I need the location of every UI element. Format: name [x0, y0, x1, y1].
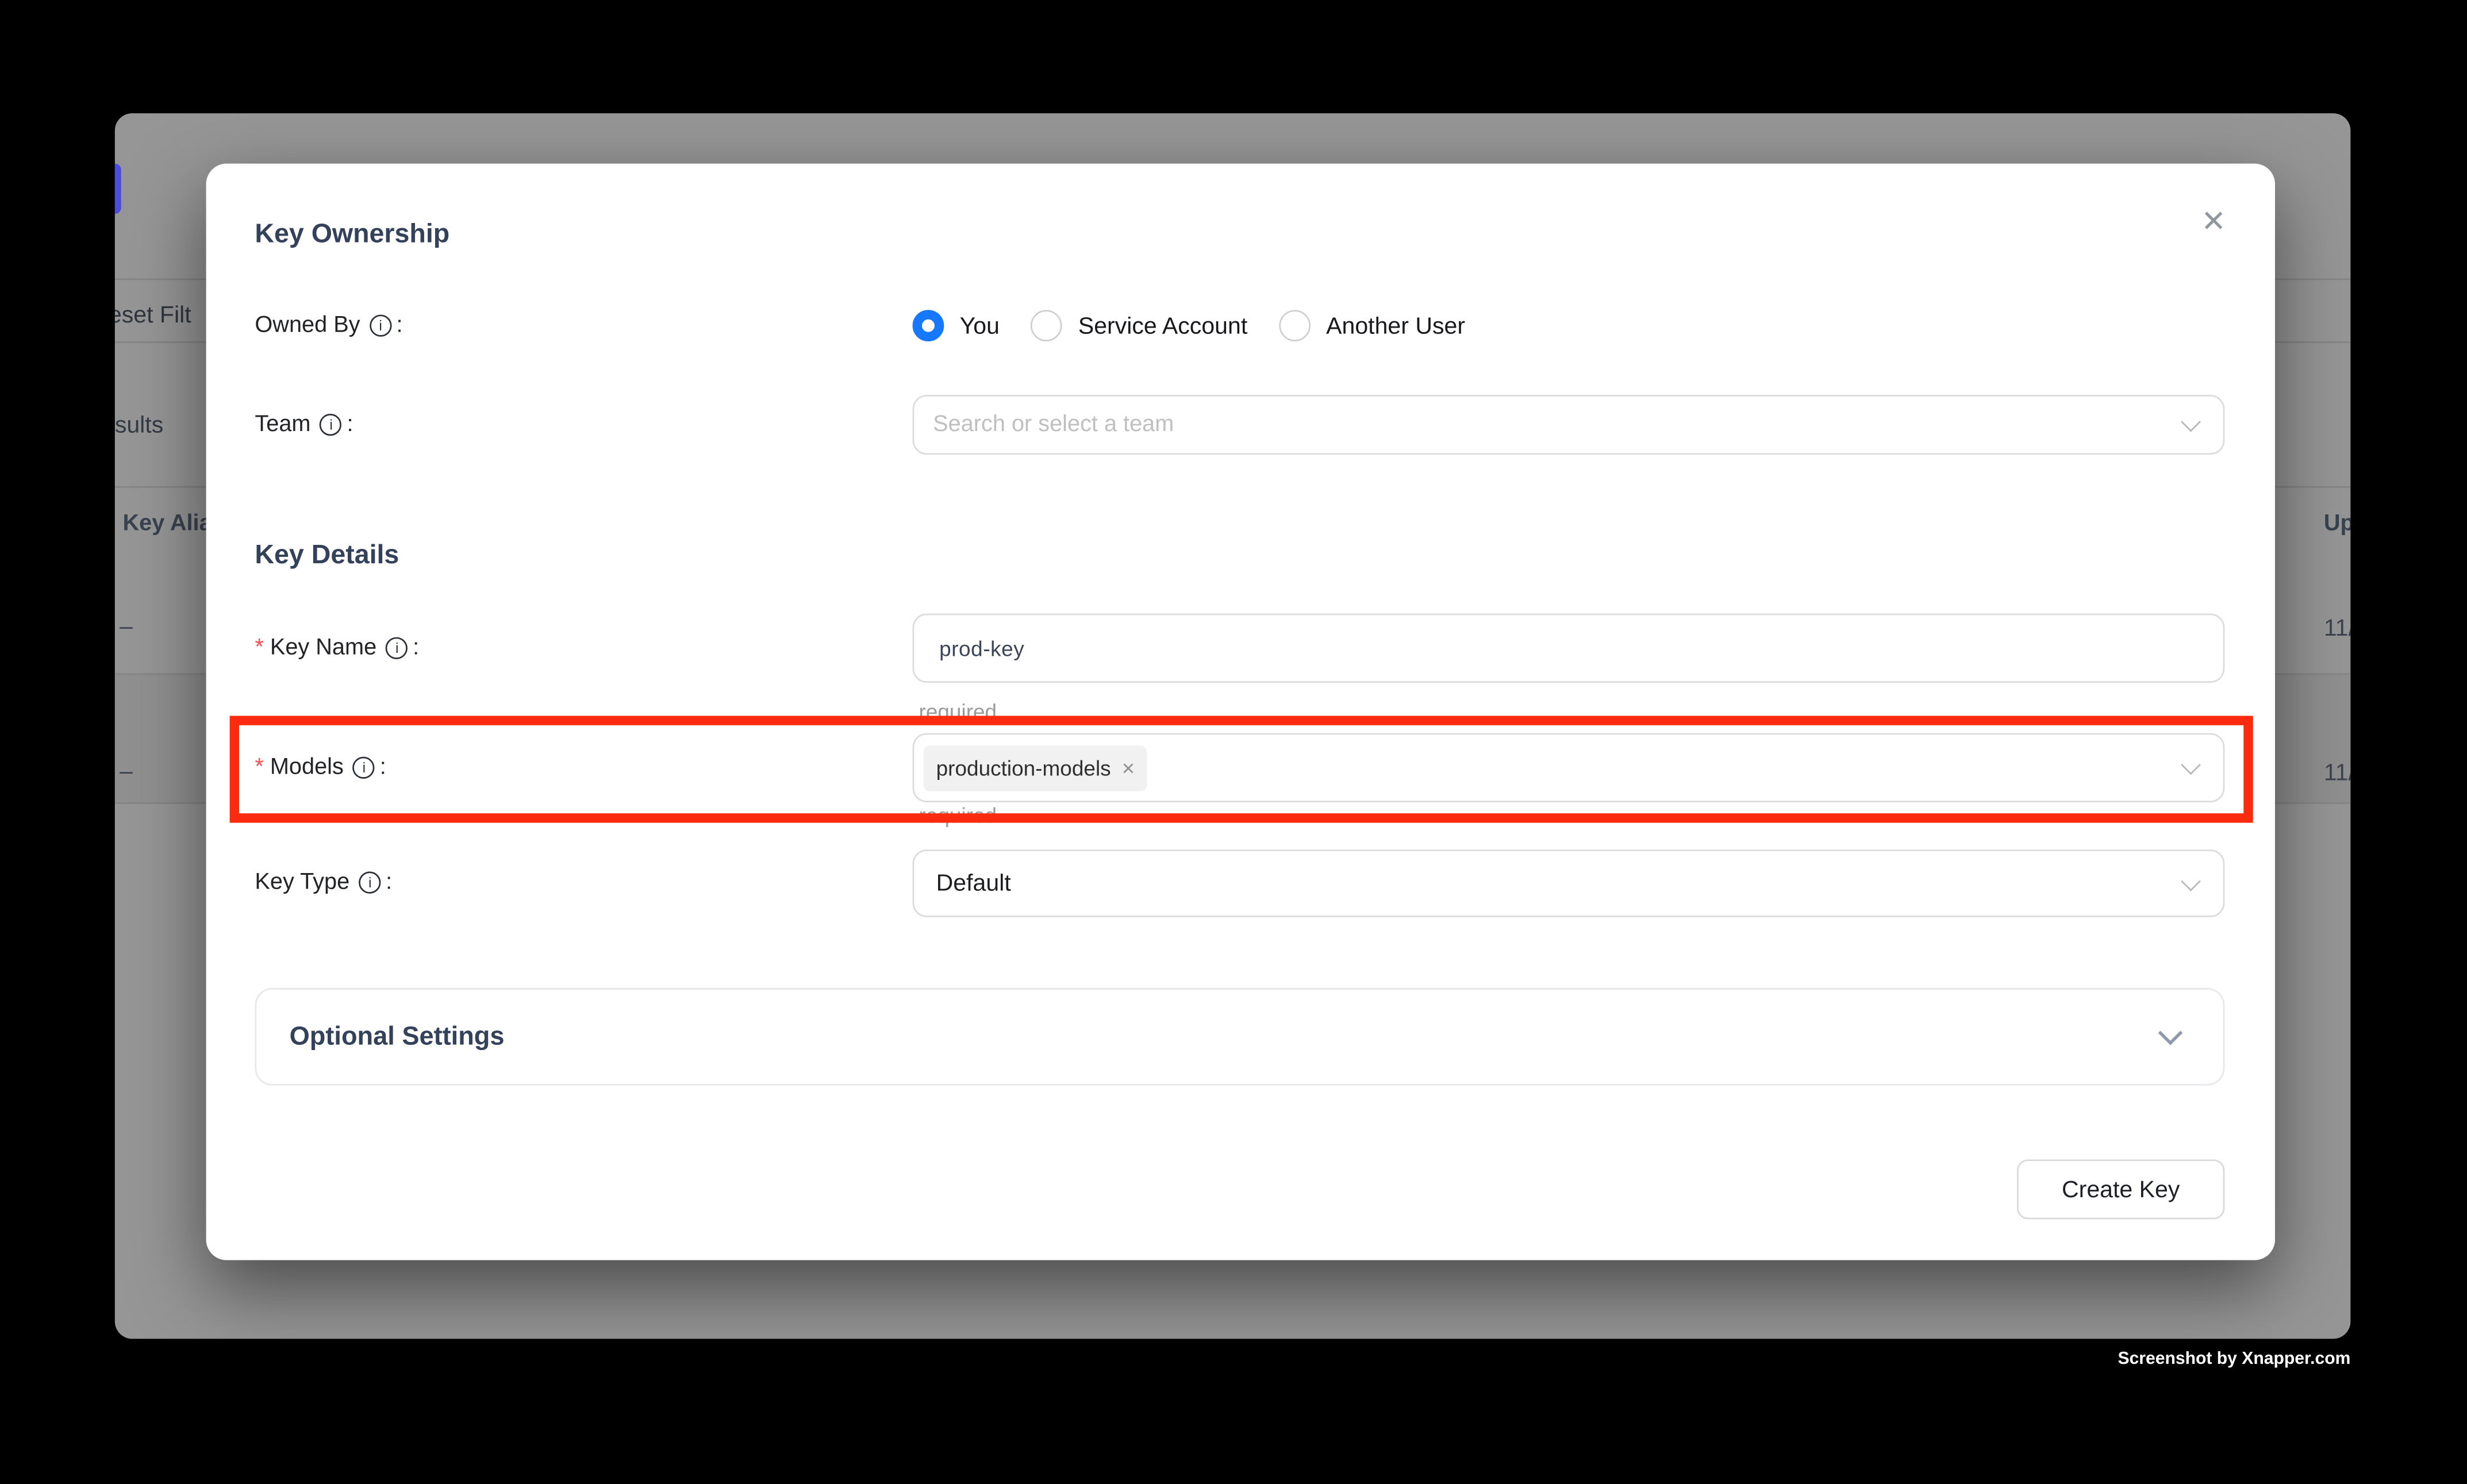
key-type-label: Key Type i :: [255, 867, 392, 898]
info-icon[interactable]: i: [386, 637, 408, 659]
radio-selected-icon[interactable]: [913, 310, 944, 341]
chevron-down-icon: [2181, 412, 2201, 432]
reset-filters-button-partial[interactable]: eset Filt: [115, 302, 191, 329]
watermark-text: Screenshot by Xnapper.com: [2118, 1350, 2350, 1369]
chevron-down-icon: [2181, 871, 2201, 891]
radio-unselected-icon[interactable]: [1279, 310, 1311, 341]
table-row-cell: –: [120, 614, 133, 641]
optional-settings-toggle[interactable]: Optional Settings: [255, 988, 2224, 1086]
column-header-key-alias: Key Alia: [123, 512, 212, 537]
primary-button-fragment[interactable]: [115, 164, 121, 214]
key-type-selected-value: Default: [914, 870, 1010, 897]
key-name-label: * Key Name i :: [255, 632, 419, 664]
key-type-select[interactable]: Default: [913, 849, 2225, 917]
table-row-cell: 11/: [2324, 615, 2351, 642]
team-select[interactable]: Search or select a team: [913, 395, 2225, 455]
owned-by-radio-group: You Service Account Another User: [913, 308, 1465, 343]
results-count-partial: sults: [115, 412, 163, 439]
info-icon[interactable]: i: [359, 871, 381, 893]
radio-unselected-icon[interactable]: [1031, 310, 1063, 341]
create-key-button[interactable]: Create Key: [2017, 1159, 2224, 1219]
modal-title: Key Ownership: [255, 218, 449, 250]
required-asterisk: *: [255, 636, 263, 661]
radio-service-account[interactable]: Service Account: [1031, 310, 1248, 341]
table-row-cell: 11/: [2324, 760, 2351, 787]
optional-settings-title: Optional Settings: [290, 1022, 505, 1052]
chevron-down-icon: [2158, 1021, 2183, 1045]
key-name-input[interactable]: [913, 614, 2225, 683]
team-label: Team i :: [255, 409, 353, 441]
table-row-cell: –: [120, 758, 133, 785]
create-key-modal: Key Ownership ✕ Owned By i : You Service…: [206, 164, 2275, 1260]
team-select-placeholder: Search or select a team: [914, 412, 1174, 437]
screenshot-stage: eset Filt sults Key Alia Up – 11/ – 11/ …: [0, 0, 2467, 1483]
radio-you[interactable]: You: [913, 310, 1000, 341]
radio-another-user[interactable]: Another User: [1279, 310, 1465, 341]
info-icon[interactable]: i: [320, 414, 342, 436]
column-header-updated: Up: [2324, 512, 2351, 537]
annotation-highlight-rectangle: [230, 716, 2253, 822]
section-title-key-details: Key Details: [255, 540, 399, 571]
info-icon[interactable]: i: [370, 314, 391, 336]
close-icon[interactable]: ✕: [2192, 200, 2236, 244]
owned-by-label: Owned By i :: [255, 310, 402, 341]
